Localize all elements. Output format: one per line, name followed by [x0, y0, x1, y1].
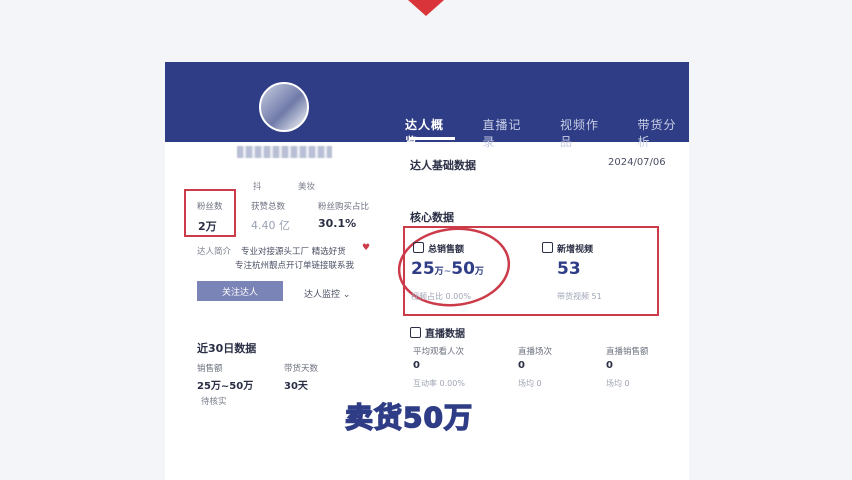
total-sales-label: 总销售额 [428, 245, 465, 255]
live-sessions-value: 0 [518, 360, 525, 371]
live-avg-viewers-value: 0 [413, 360, 420, 371]
live-sales-label: 直播销售额 [606, 347, 649, 357]
category-tag: 美妆 [298, 182, 316, 192]
total-sales-max: 50 [451, 259, 475, 279]
total-sales-sub: 视频占比 0.00% [411, 292, 471, 301]
live-avg-viewers-sub: 互动率 0.00% [413, 379, 465, 388]
intro-line-2: 专注杭州靓点开订单链接联系我 [235, 261, 355, 271]
sales-icon [413, 242, 424, 253]
total-sales-unit-max: 万 [474, 267, 484, 277]
tab-overview[interactable]: 达人概览 [405, 116, 457, 150]
tab-live-records[interactable]: 直播记录 [483, 116, 535, 150]
tab-sales-analysis[interactable]: 带货分析 [638, 116, 690, 150]
likes-label: 获赞总数 [251, 202, 286, 212]
tab-bar: 达人概览 直播记录 视频作品 带货分析 [405, 116, 689, 150]
avatar [259, 82, 309, 132]
live-data-title: 直播数据 [425, 329, 465, 340]
total-sales-min: 25 [411, 259, 435, 279]
live-sales-sub: 场均 0 [606, 379, 630, 388]
followers-value: 2万 [198, 220, 217, 233]
new-videos-label: 新增视频 [557, 245, 594, 255]
total-sales-unit-min: 万 [434, 267, 444, 277]
video-caption: 卖货50万 [344, 400, 473, 435]
new-videos-value: 53 [557, 259, 581, 279]
basic-data-title: 达人基础数据 [410, 159, 476, 172]
recent30-note: 待核实 [201, 397, 227, 407]
intro-label: 达人简介 [197, 247, 232, 257]
header-band: 达人概览 直播记录 视频作品 带货分析 [165, 62, 689, 149]
live-data-header: 直播数据 [410, 322, 465, 341]
recent30-days-label: 带货天数 [284, 364, 319, 374]
blurred-username [237, 146, 332, 158]
monitor-label: 达人监控 [304, 290, 341, 300]
live-sessions-label: 直播场次 [518, 347, 553, 357]
live-sessions-sub: 场均 0 [518, 379, 542, 388]
total-sales-value: 25万~50万 [411, 259, 484, 279]
followers-label: 粉丝数 [197, 202, 223, 212]
new-videos-header: 新增视频 [542, 237, 593, 256]
platform-tag: 抖 [253, 182, 262, 192]
video-icon [542, 242, 553, 253]
recent30-days-value: 30天 [284, 381, 308, 392]
live-avg-viewers-label: 平均观看人次 [413, 347, 465, 357]
monitor-dropdown[interactable]: 达人监控 ⌄ [304, 287, 350, 300]
active-tab-indicator [409, 137, 455, 140]
total-sales-header: 总销售额 [413, 237, 464, 256]
recent30-sales-label: 销售额 [197, 364, 223, 374]
intro-line-1: 专业对接源头工厂 精选好货 [241, 247, 346, 257]
buyer-ratio-label: 粉丝购买占比 [318, 202, 370, 212]
tab-video-works[interactable]: 视频作品 [560, 116, 612, 150]
top-arrow-marker [408, 0, 444, 16]
likes-value: 4.40 亿 [251, 219, 290, 232]
follow-button[interactable]: 关注达人 [197, 281, 283, 301]
live-icon [410, 327, 421, 338]
new-videos-sub: 带货视频 51 [557, 292, 602, 301]
live-sales-value: 0 [606, 360, 613, 371]
chevron-down-icon: ⌄ [342, 290, 351, 300]
basic-data-date: 2024/07/06 [608, 157, 666, 168]
recent30-title: 近30日数据 [197, 342, 257, 355]
buyer-ratio-value: 30.1% [318, 217, 357, 230]
recent30-sales-value: 25万~50万 [197, 381, 254, 392]
heart-icon: ♥ [362, 243, 371, 253]
